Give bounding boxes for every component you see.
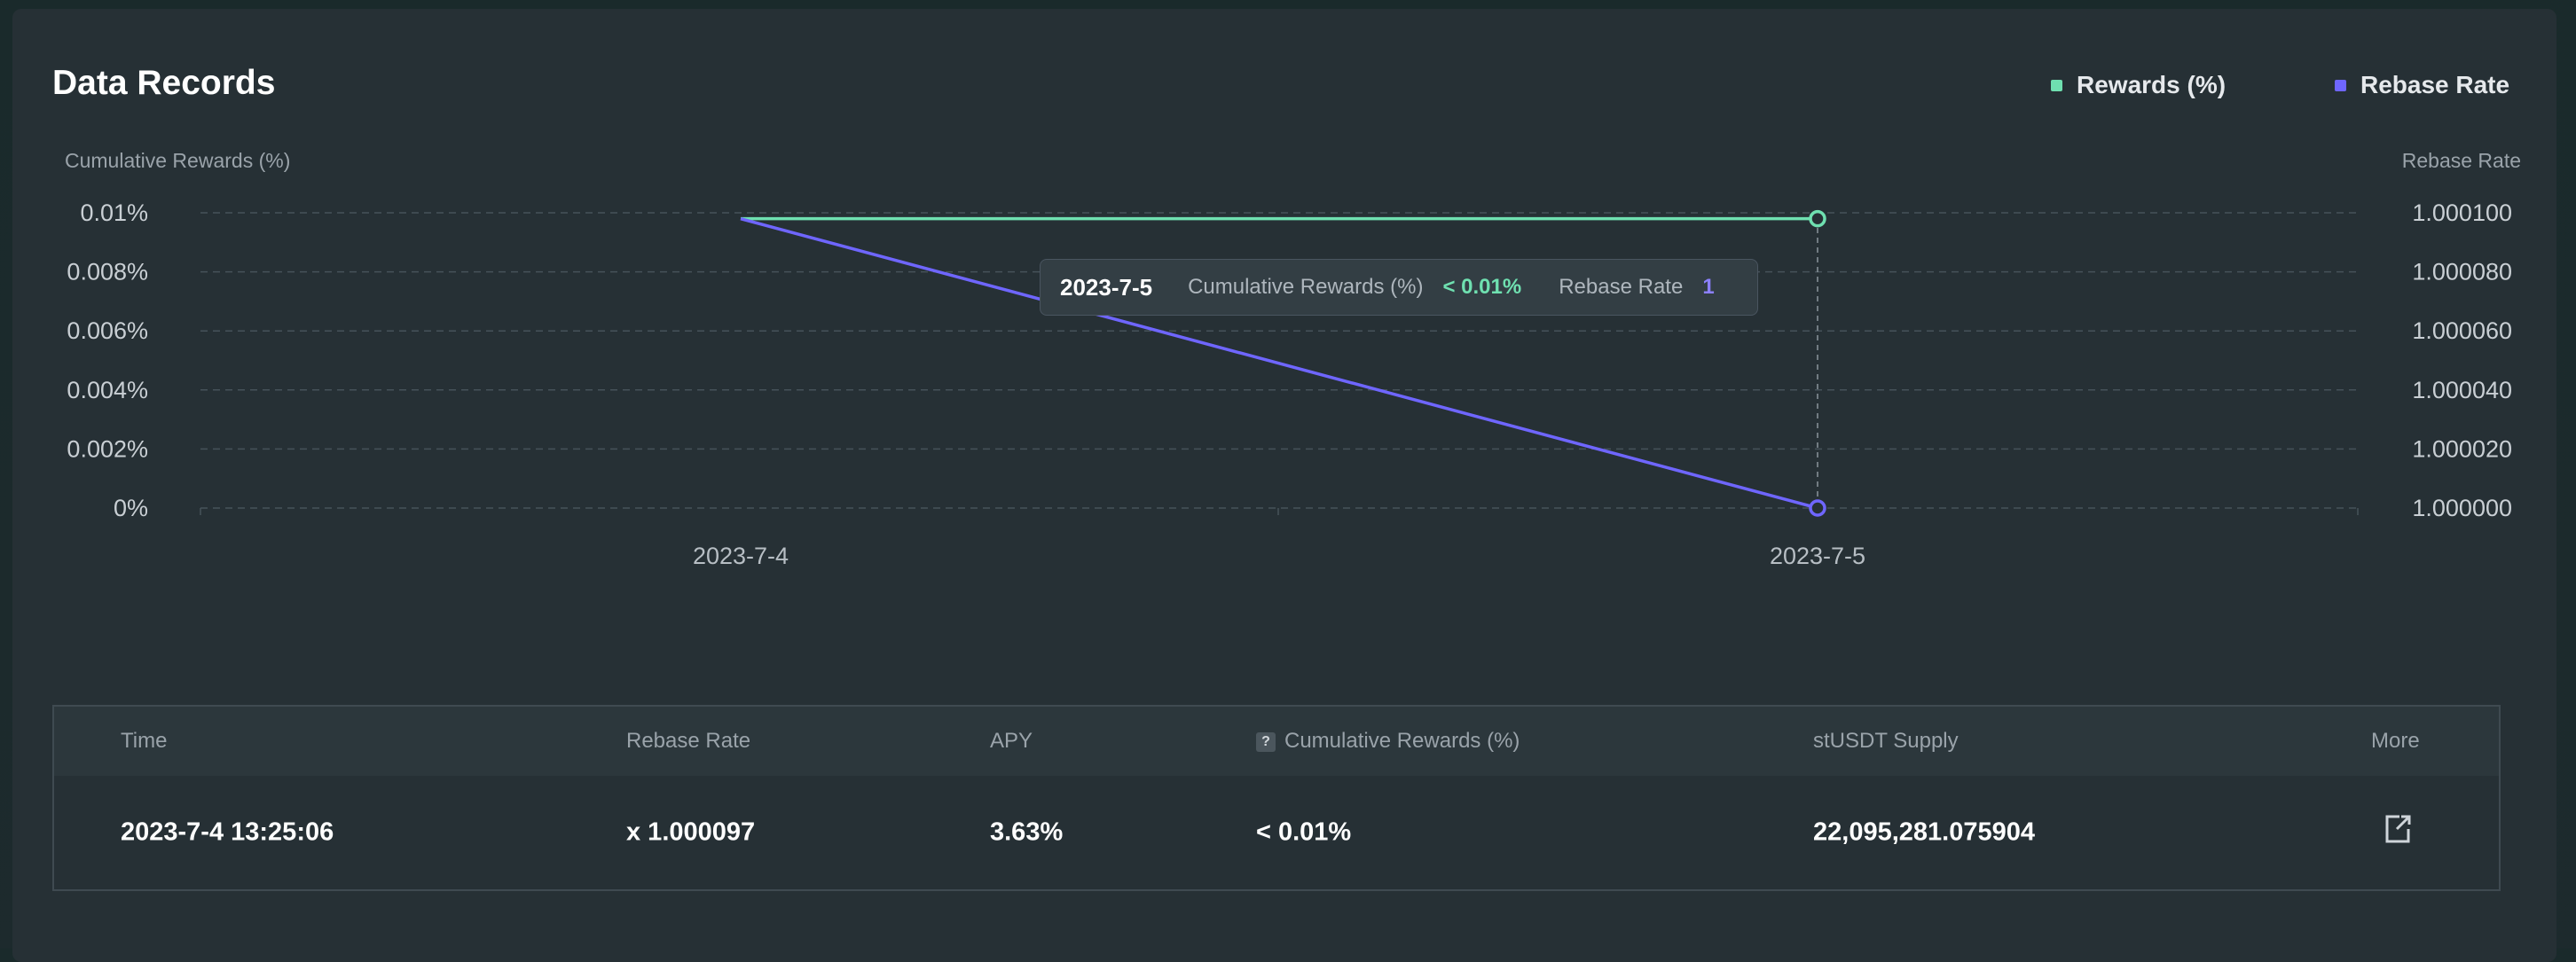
right-tick-label: 1.000040	[2412, 377, 2512, 403]
header-time: Time	[121, 729, 168, 753]
header-rebase-rate: Rebase Rate	[626, 729, 751, 753]
external-link-icon	[2385, 815, 2411, 843]
left-tick-label: 0%	[114, 495, 148, 521]
records-table: Time Rebase Rate APY ? Cumulative Rewards…	[52, 705, 2501, 891]
x-tick-label: 2023-7-4	[693, 543, 789, 569]
x-tick-label: 2023-7-5	[1770, 543, 1865, 569]
series-point-0	[1809, 209, 1826, 228]
more-button[interactable]	[2380, 811, 2415, 854]
row-apy: 3.63%	[990, 817, 1064, 847]
row-time: 2023-7-4 13:25:06	[121, 817, 334, 847]
left-tick-label: 0.002%	[67, 435, 148, 462]
row-rebase-rate: x 1.000097	[626, 817, 756, 847]
table-header: Time Rebase Rate APY ? Cumulative Rewards…	[54, 707, 2499, 776]
tooltip-date: 2023-7-5	[1060, 273, 1153, 301]
header-more: More	[2371, 729, 2420, 753]
left-tick-label: 0.008%	[67, 259, 148, 285]
header-cumulative-rewards: ? Cumulative Rewards (%)	[1256, 729, 1520, 754]
header-cumulative-label: Cumulative Rewards (%)	[1284, 729, 1520, 753]
tooltip-label-rebase: Rebase Rate	[1559, 275, 1684, 299]
right-tick-label: 1.000100	[2412, 199, 2512, 226]
row-cumulative-rewards: < 0.01%	[1256, 817, 1352, 847]
right-tick-label: 1.000080	[2412, 259, 2512, 285]
left-tick-label: 0.006%	[67, 317, 148, 344]
series-point-1	[1809, 499, 1826, 517]
header-apy: APY	[990, 729, 1033, 753]
tooltip-value-rebase: 1	[1702, 275, 1715, 299]
table-row: 2023-7-4 13:25:06 x 1.000097 3.63% < 0.0…	[54, 776, 2499, 889]
right-tick-label: 1.000000	[2412, 495, 2512, 521]
header-supply: stUSDT Supply	[1813, 729, 1959, 753]
chart-tooltip: 2023-7-5 Cumulative Rewards (%) < 0.01% …	[1040, 259, 1758, 316]
tooltip-value-rewards: < 0.01%	[1442, 275, 1522, 299]
left-tick-label: 0.004%	[67, 377, 148, 403]
tooltip-label-rewards: Cumulative Rewards (%)	[1188, 275, 1424, 299]
left-tick-label: 0.01%	[80, 199, 148, 226]
right-tick-label: 1.000060	[2412, 317, 2512, 344]
right-tick-label: 1.000020	[2412, 435, 2512, 462]
help-icon[interactable]: ?	[1256, 731, 1276, 752]
row-supply: 22,095,281.075904	[1813, 817, 2035, 847]
